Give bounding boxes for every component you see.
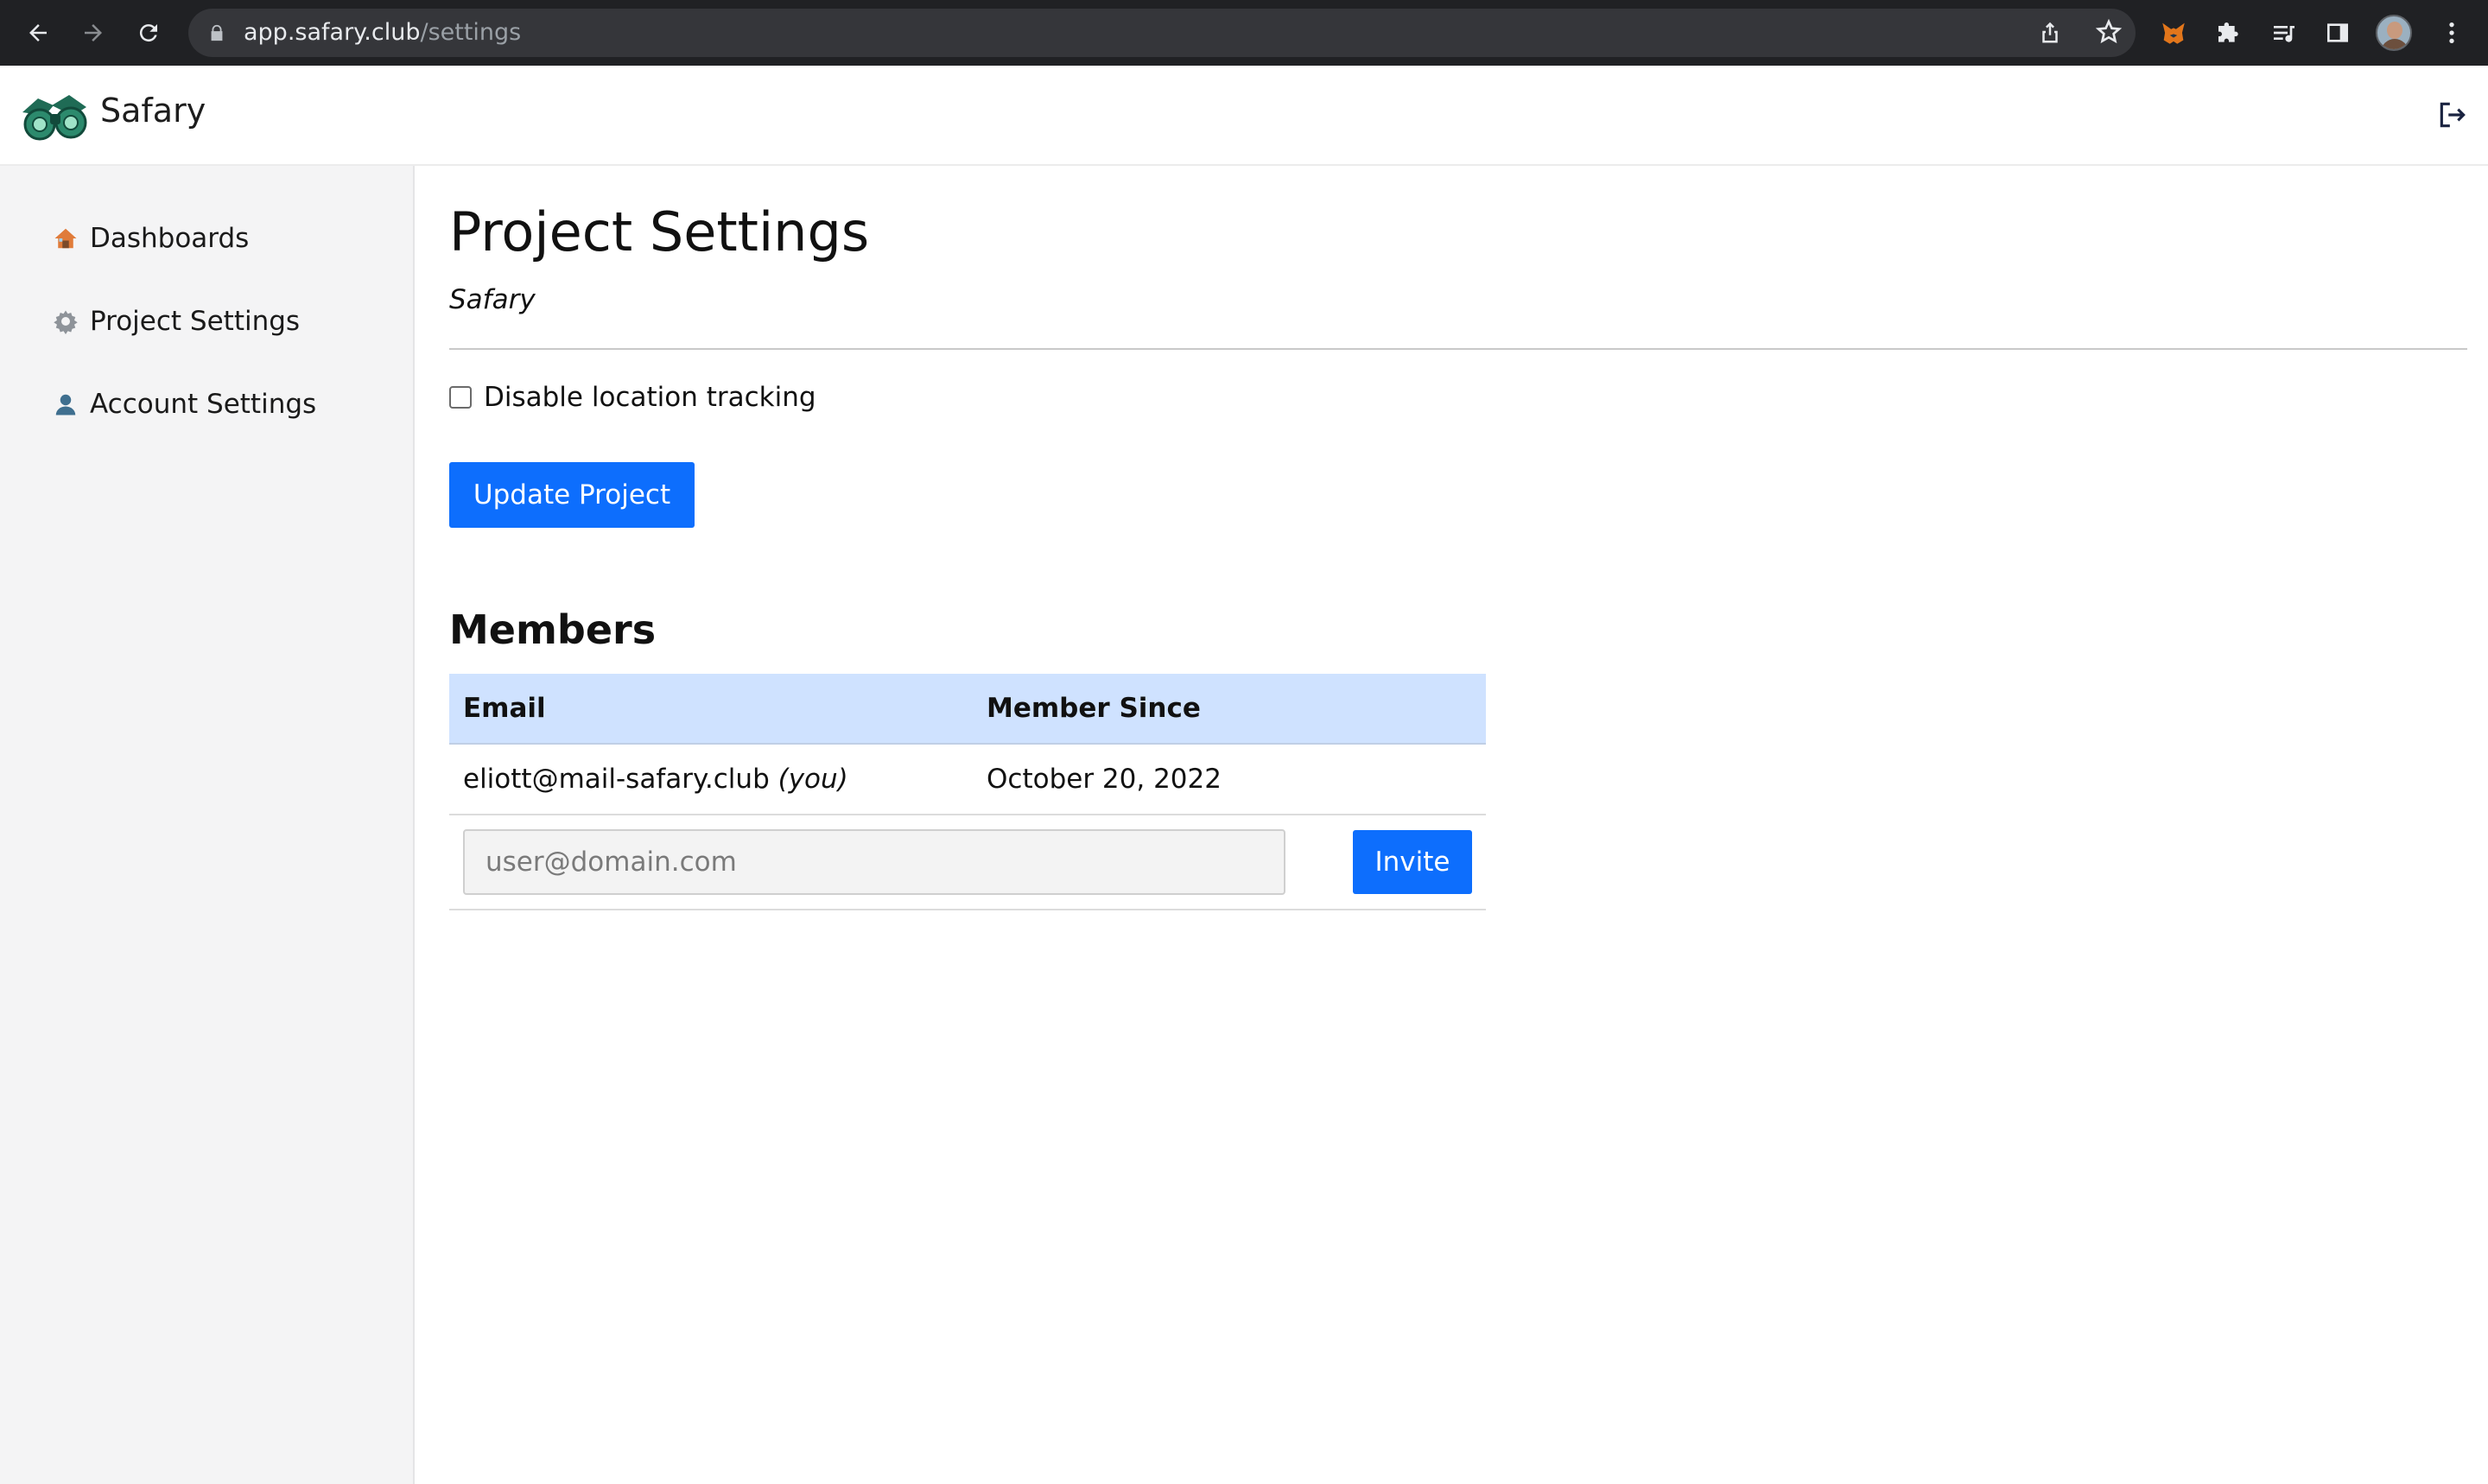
invite-button[interactable]: Invite — [1353, 830, 1472, 894]
brand-name[interactable]: Safary — [100, 92, 206, 130]
side-panel-icon[interactable] — [2320, 16, 2355, 50]
you-tag: (you) — [778, 764, 848, 795]
house-icon — [52, 225, 79, 252]
reload-icon[interactable] — [131, 16, 166, 50]
disable-location-tracking-checkbox[interactable] — [449, 386, 472, 409]
project-name: Safary — [449, 284, 536, 315]
address-bar[interactable]: app.safary.club/settings — [188, 9, 2136, 57]
sidebar: Dashboards Project Settings Account Sett… — [0, 166, 415, 1484]
invite-row: Invite — [449, 815, 1486, 910]
url-host: app.safary.club — [244, 19, 421, 46]
disable-location-tracking-option[interactable]: Disable location tracking — [449, 382, 816, 413]
user-icon — [52, 390, 79, 418]
table-header: Email Member Since — [449, 674, 1486, 745]
column-header-email: Email — [463, 693, 546, 724]
more-menu-icon[interactable] — [2434, 16, 2469, 50]
table-row: eliott@mail-safary.club (you) October 20… — [449, 745, 1486, 815]
sidebar-item-label: Dashboards — [90, 223, 250, 254]
page-title: Project Settings — [449, 200, 870, 263]
binoculars-logo-icon[interactable] — [19, 90, 90, 143]
metamask-fox-icon[interactable] — [2156, 16, 2191, 50]
back-arrow-icon[interactable] — [21, 16, 55, 50]
sidebar-item-label: Account Settings — [90, 389, 317, 420]
lock-icon — [211, 24, 223, 41]
divider — [449, 348, 2467, 350]
forward-arrow-icon[interactable] — [76, 16, 111, 50]
profile-avatar[interactable] — [2376, 15, 2412, 51]
logout-icon[interactable] — [2436, 98, 2469, 131]
extensions-puzzle-icon[interactable] — [2212, 16, 2246, 50]
column-header-member-since: Member Since — [987, 693, 1201, 724]
member-since-date: October 20, 2022 — [987, 764, 1222, 795]
media-queue-icon[interactable] — [2267, 16, 2301, 50]
url-path: /settings — [420, 19, 522, 46]
sidebar-item-dashboards[interactable]: Dashboards — [52, 218, 249, 259]
sidebar-item-label: Project Settings — [90, 306, 301, 337]
app-header: Safary — [0, 66, 2488, 166]
member-email: eliott@mail-safary.club (you) — [463, 764, 848, 795]
share-icon[interactable] — [2035, 17, 2065, 47]
update-project-button[interactable]: Update Project — [449, 462, 695, 528]
sidebar-item-project-settings[interactable]: Project Settings — [52, 301, 300, 342]
members-table: Email Member Since eliott@mail-safary.cl… — [449, 674, 1486, 910]
disable-location-tracking-label: Disable location tracking — [484, 382, 816, 413]
invite-email-input[interactable] — [463, 829, 1285, 895]
url-text: app.safary.club/settings — [244, 19, 521, 46]
browser-toolbar: app.safary.club/settings — [0, 0, 2488, 66]
bookmark-star-icon[interactable] — [2094, 17, 2123, 47]
sidebar-item-account-settings[interactable]: Account Settings — [52, 384, 316, 425]
member-email-text: eliott@mail-safary.club — [463, 764, 770, 795]
gear-icon — [52, 308, 79, 335]
members-heading: Members — [449, 606, 657, 653]
